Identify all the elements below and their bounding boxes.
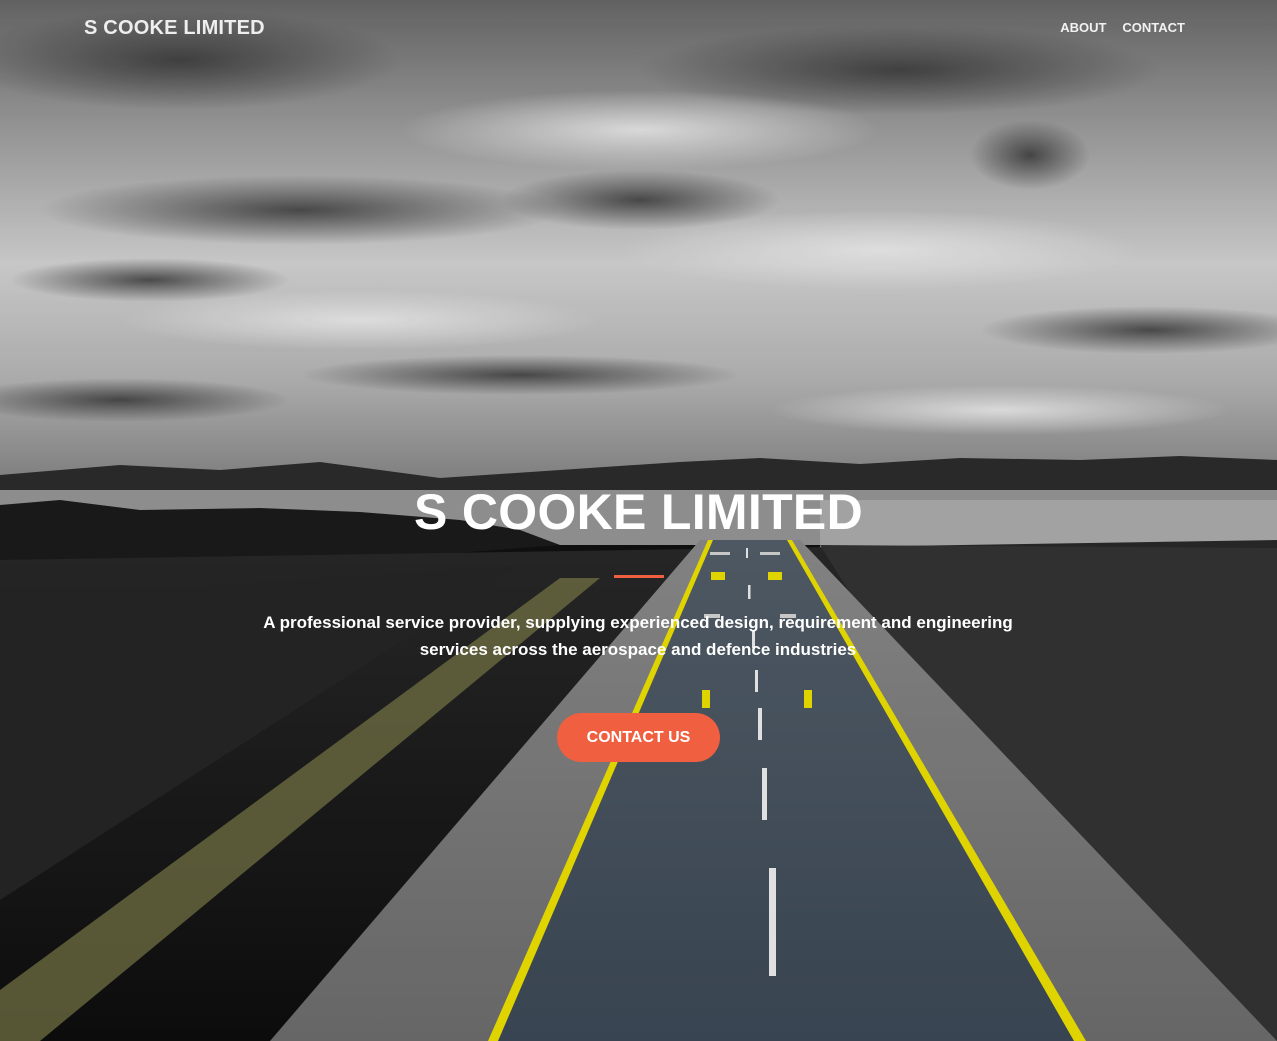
hero-content: S COOKE LIMITED A professional service p… [0, 0, 1277, 1041]
hero-section: S COOKE LIMITED ABOUT CONTACT S COOKE LI… [0, 0, 1277, 1041]
contact-us-button[interactable]: CONTACT US [557, 713, 720, 762]
title-divider [614, 575, 664, 578]
hero-subtitle: A professional service provider, supplyi… [263, 613, 1013, 659]
hero-title: S COOKE LIMITED [414, 484, 863, 540]
